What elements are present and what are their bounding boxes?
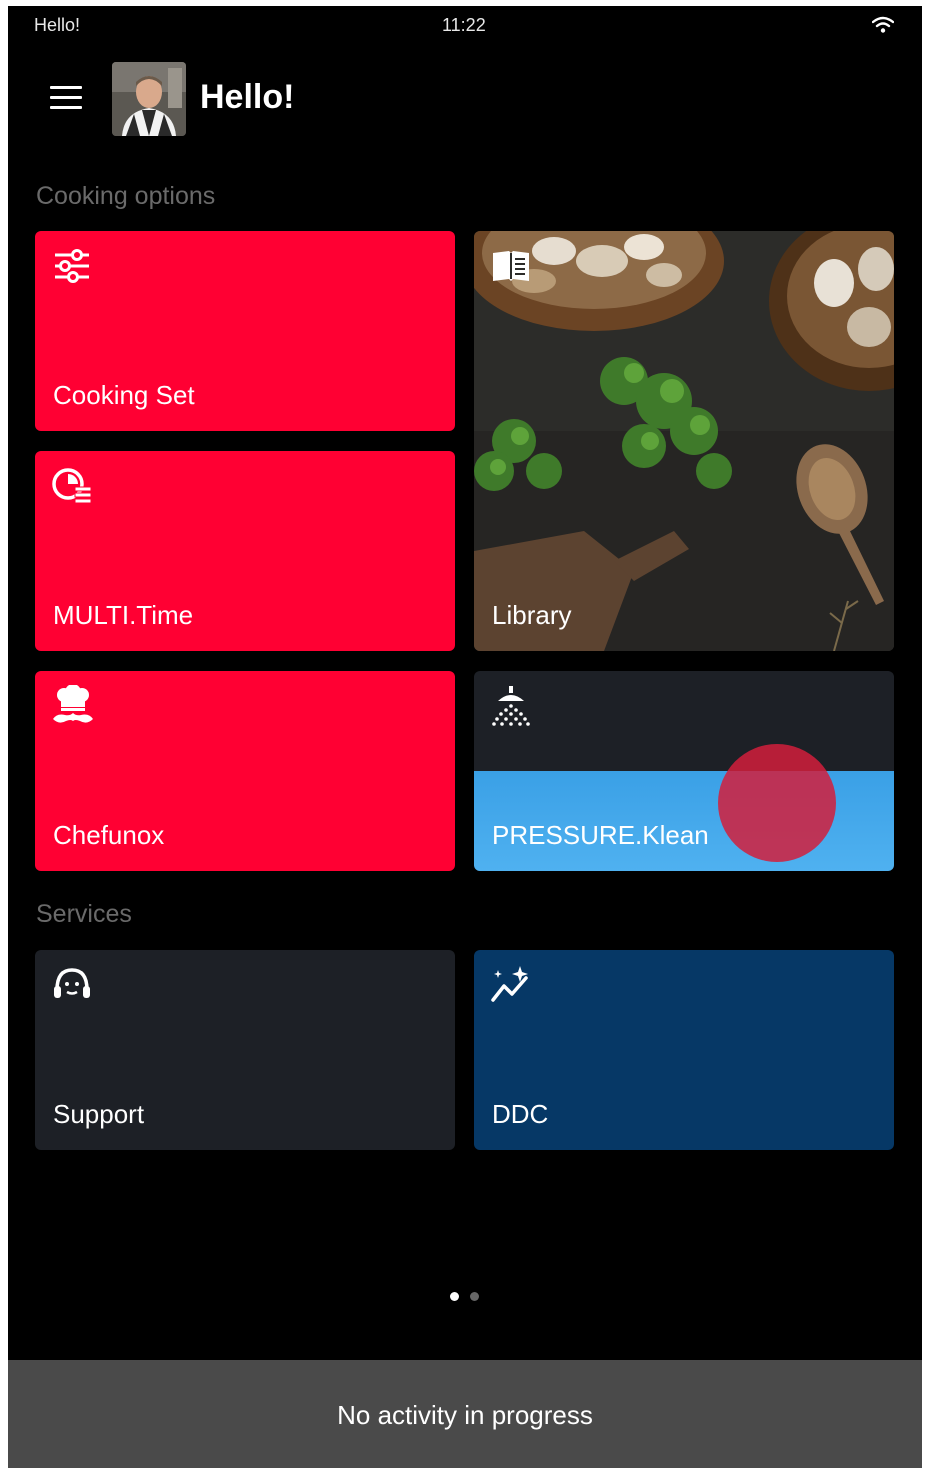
touch-indicator bbox=[718, 744, 836, 862]
wifi-icon bbox=[872, 16, 894, 33]
tile-support-label: Support bbox=[53, 1099, 145, 1129]
tile-chefunox-label: Chefunox bbox=[53, 820, 165, 850]
analytics-sparkle-icon bbox=[491, 966, 528, 1002]
tile-support[interactable]: Support bbox=[35, 950, 455, 1150]
recipe-book-icon bbox=[493, 251, 529, 281]
page-dot-1[interactable] bbox=[450, 1292, 459, 1301]
support-headset-icon bbox=[54, 968, 90, 998]
services-heading: Services bbox=[36, 900, 132, 928]
sliders-icon bbox=[55, 249, 89, 283]
tile-multi-time-label: MULTI.Time bbox=[53, 600, 194, 630]
page-title: Hello! bbox=[200, 78, 295, 116]
tile-ddc[interactable]: DDC bbox=[474, 950, 894, 1150]
library-food-photo bbox=[474, 231, 894, 651]
tile-cooking-set[interactable]: Cooking Set bbox=[35, 231, 455, 431]
chef-hat-mustache-icon bbox=[53, 685, 93, 723]
multi-timer-icon bbox=[52, 468, 92, 504]
status-bar-time: 11:22 bbox=[442, 15, 486, 35]
activity-status-text: No activity in progress bbox=[337, 1400, 593, 1430]
tile-library[interactable]: Library bbox=[474, 231, 894, 651]
activity-status-bar[interactable]: No activity in progress bbox=[8, 1360, 922, 1468]
status-bar-greeting: Hello! bbox=[34, 15, 81, 35]
app-screen: Hello! 11:22 Hello! Cooking options Cook… bbox=[8, 6, 922, 1468]
status-bar: Hello! 11:22 bbox=[8, 6, 922, 46]
chef-avatar[interactable] bbox=[112, 62, 186, 136]
page-indicator bbox=[450, 1292, 490, 1304]
tile-library-label: Library bbox=[492, 600, 572, 630]
cooking-options-heading: Cooking options bbox=[36, 182, 216, 210]
chef-portrait-image bbox=[112, 62, 186, 136]
tile-cooking-set-label: Cooking Set bbox=[53, 380, 195, 410]
page-dot-2[interactable] bbox=[470, 1292, 479, 1301]
app-header: Hello! bbox=[8, 58, 922, 138]
tile-multi-time[interactable]: MULTI.Time bbox=[35, 451, 455, 651]
shower-spray-icon bbox=[492, 686, 530, 726]
tile-pressure-klean-label: PRESSURE.Klean bbox=[492, 820, 709, 850]
tile-ddc-label: DDC bbox=[492, 1099, 549, 1129]
hamburger-menu-icon[interactable] bbox=[48, 84, 84, 112]
tile-chefunox[interactable]: Chefunox bbox=[35, 671, 455, 871]
tile-pressure-klean[interactable]: PRESSURE.Klean bbox=[474, 671, 894, 871]
